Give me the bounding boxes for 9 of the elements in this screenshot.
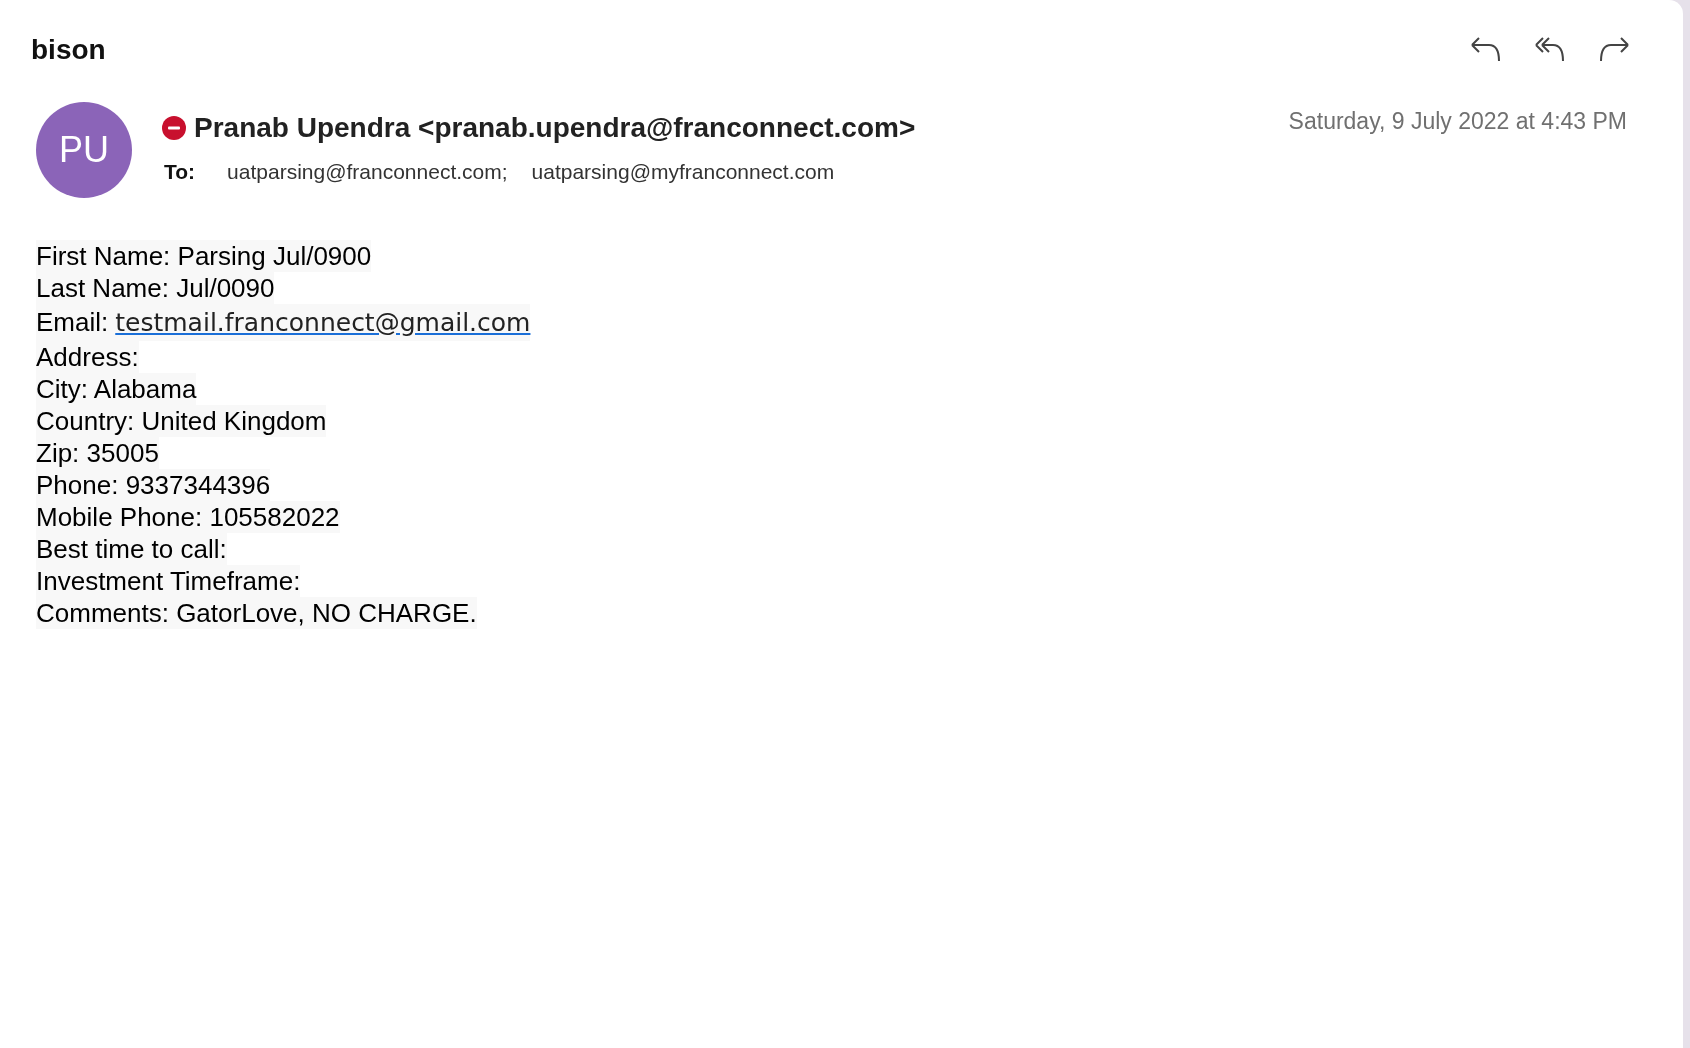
recipient-address[interactable]: uatparsing@franconnect.com;	[227, 160, 508, 184]
message-subject: bison	[31, 34, 106, 66]
message-date: Saturday, 9 July 2022 at 4:43 PM	[1288, 108, 1627, 135]
sender-avatar: PU	[36, 102, 132, 198]
recipient-address[interactable]: uatparsing@myfranconnect.com	[531, 160, 835, 184]
email-link[interactable]: testmail.franconnect@gmail.com	[115, 305, 531, 341]
to-label: To:	[164, 160, 196, 184]
body-label: Email:	[36, 306, 109, 339]
sender-name: Pranab Upendra <pranab.upendra@franconnect.com>	[194, 112, 916, 144]
